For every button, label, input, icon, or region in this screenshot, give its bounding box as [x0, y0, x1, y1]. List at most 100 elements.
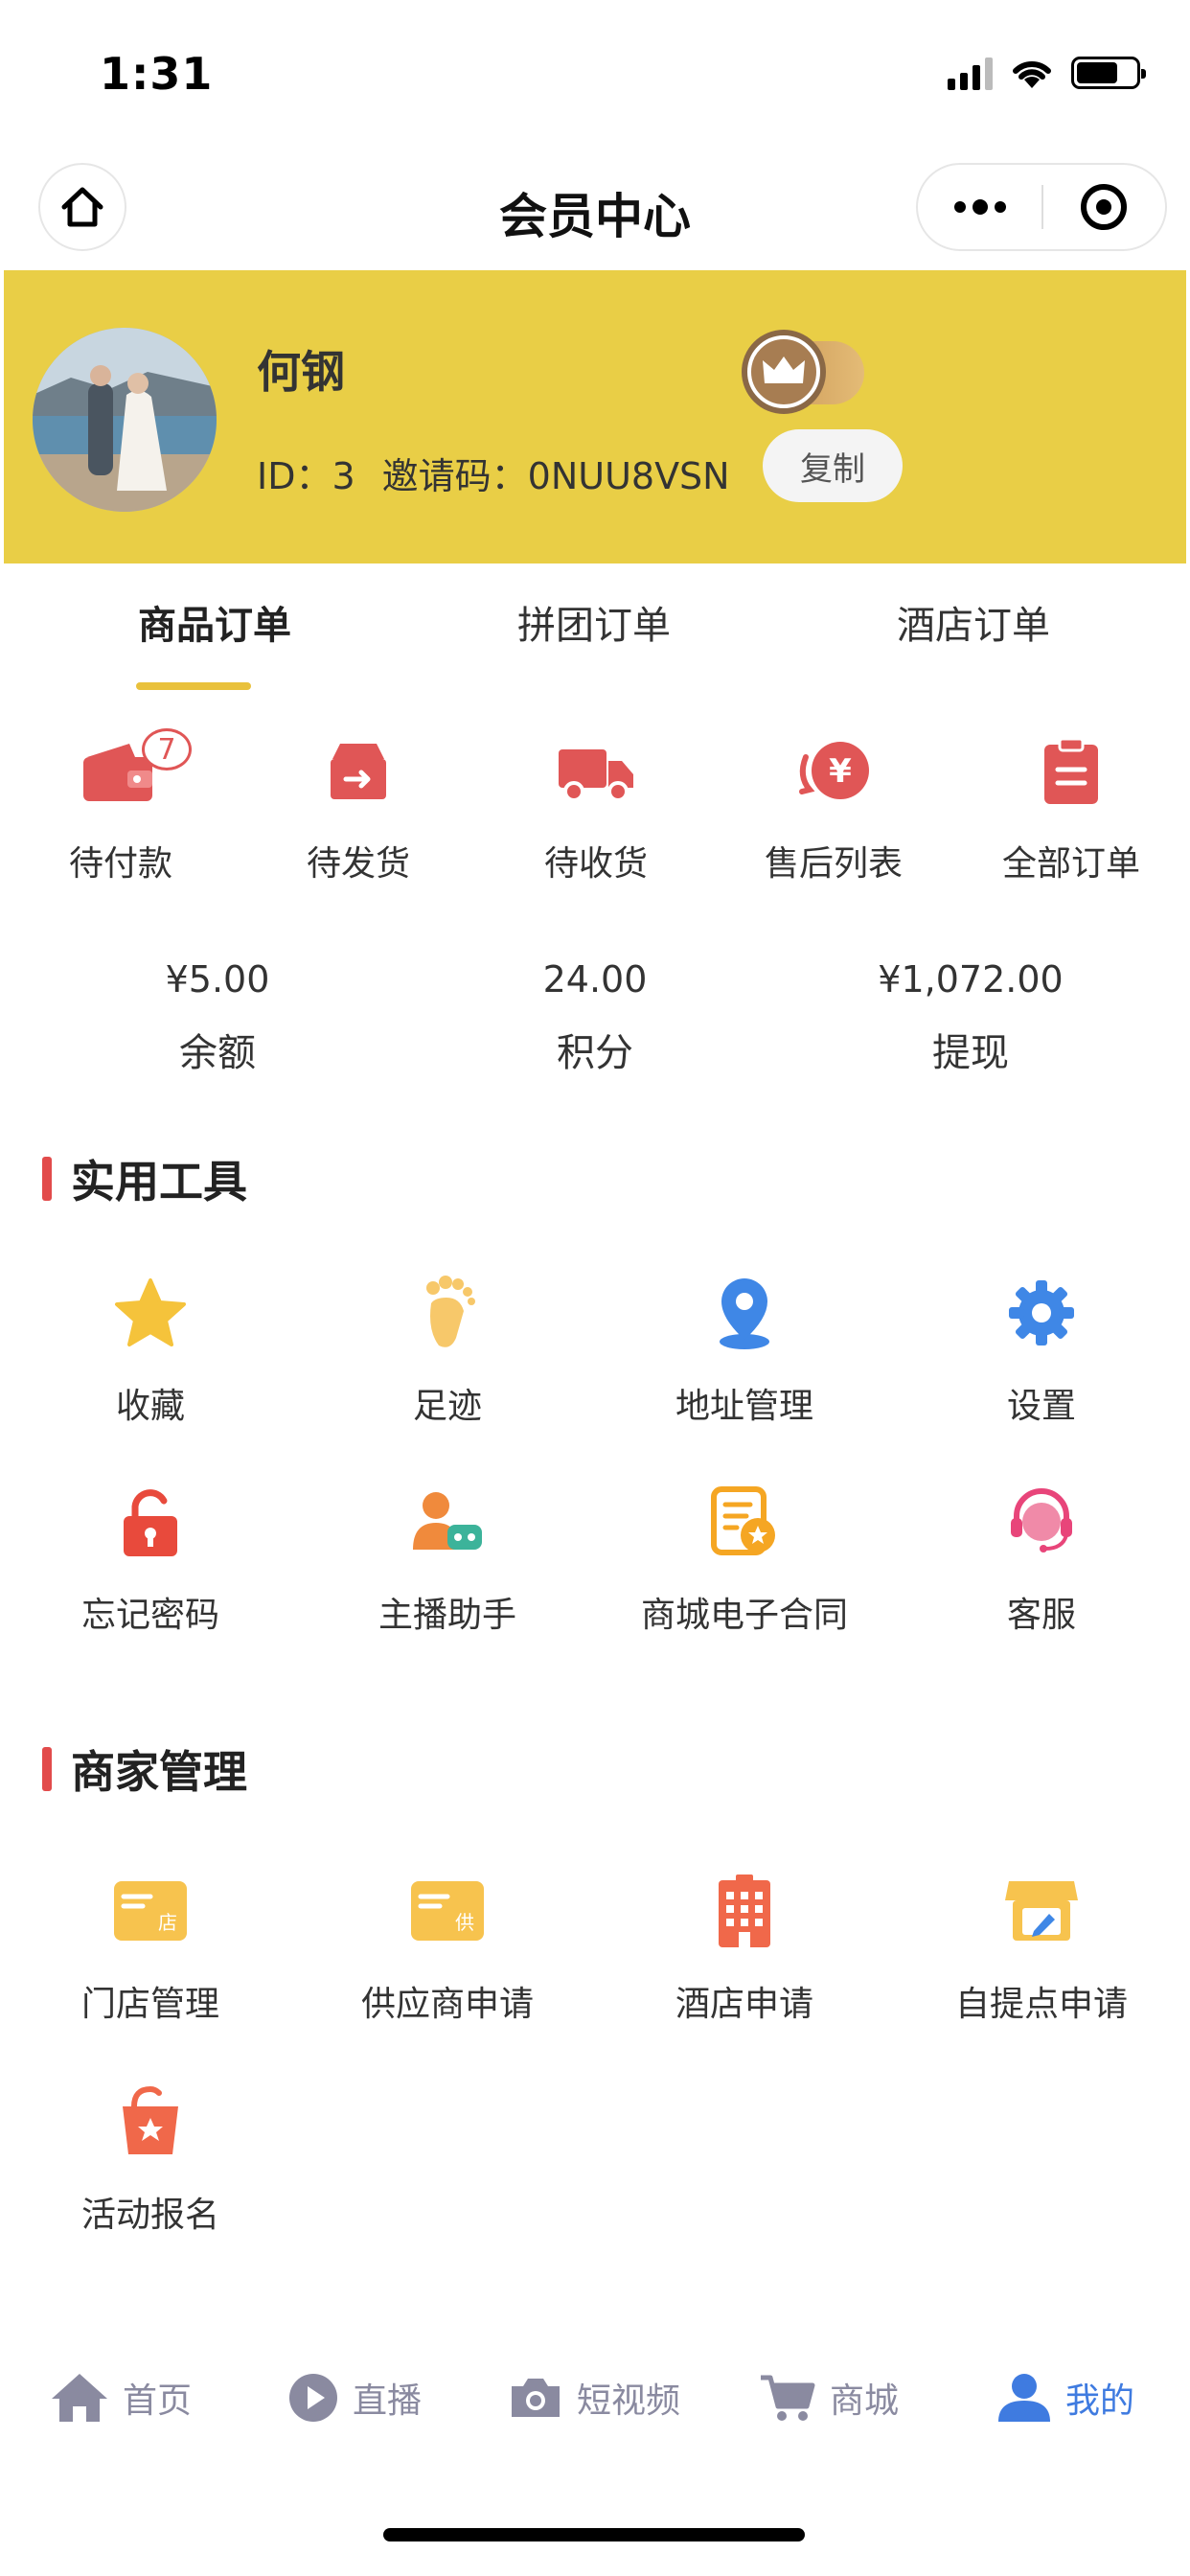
- merchant-activity-registration[interactable]: 活动报名: [2, 2074, 299, 2237]
- tabbar-live[interactable]: 直播: [287, 2350, 422, 2446]
- merchant-hotel-application[interactable]: 酒店申请: [596, 1863, 893, 2026]
- tab-hotel-orders[interactable]: 酒店订单: [830, 594, 1117, 650]
- gear-icon: [1009, 1280, 1074, 1346]
- tool-footprints[interactable]: 足迹: [299, 1265, 596, 1428]
- nav-bar: 会员中心: [0, 144, 1190, 268]
- user-meta: ID：3 邀请码：0NUU8VSN: [257, 447, 730, 499]
- tabbar-label: 短视频: [577, 2381, 681, 2421]
- profile-header: 何钢 ID：3 邀请码：0NUU8VSN 复制: [4, 270, 1186, 564]
- tool-label: 商城电子合同: [640, 1596, 848, 1635]
- mini-program-capsule: [916, 163, 1167, 251]
- order-status-to-ship[interactable]: 待发货: [240, 728, 477, 886]
- tool-mall-e-contract[interactable]: 商城电子合同: [596, 1474, 893, 1637]
- merchant-pickup-point-application[interactable]: 自提点申请: [893, 1863, 1190, 2026]
- tool-label: 主播助手: [378, 1596, 516, 1635]
- active-tab-indicator: [136, 682, 251, 690]
- section-accent-bar: [42, 1157, 52, 1201]
- bottom-tab-bar: 首页 直播 短视频 商城 我的: [0, 2350, 1190, 2446]
- tool-label: 收藏: [115, 1387, 185, 1426]
- section-accent-bar: [42, 1747, 52, 1791]
- merchant-label: 酒店申请: [675, 1985, 813, 2024]
- target-icon: [1081, 184, 1128, 230]
- footprint-icon: [426, 1276, 475, 1347]
- tabbar-mall[interactable]: 商城: [759, 2350, 899, 2446]
- stat-points[interactable]: 24.00 积分: [397, 958, 793, 1077]
- truck-icon: [559, 749, 633, 802]
- tool-label: 足迹: [412, 1387, 482, 1426]
- order-status-after-sales[interactable]: ¥ 售后列表: [715, 728, 952, 886]
- tool-address-management[interactable]: 地址管理: [596, 1265, 893, 1428]
- svg-text:供: 供: [455, 1911, 474, 1934]
- more-menu-button[interactable]: [918, 199, 1041, 215]
- headset-icon: [1011, 1488, 1072, 1552]
- tabbar-label: 直播: [353, 2381, 423, 2421]
- order-status-label: 待收货: [543, 844, 648, 884]
- cart-icon: [761, 2375, 815, 2421]
- contract-icon: [711, 1486, 775, 1555]
- user-icon: [998, 2374, 1050, 2422]
- order-status-label: 待发货: [306, 844, 410, 884]
- tabbar-label: 商城: [830, 2381, 900, 2421]
- avatar[interactable]: [33, 328, 217, 512]
- section-title-text: 实用工具: [71, 1156, 247, 1208]
- status-icons: [948, 56, 1146, 90]
- stat-withdraw[interactable]: ¥1,072.00 提现: [772, 958, 1169, 1077]
- svg-text:店: 店: [158, 1911, 177, 1934]
- tool-label: 设置: [1006, 1387, 1076, 1426]
- tabbar-label: 首页: [123, 2381, 193, 2421]
- streamer-assistant-icon: [413, 1492, 482, 1550]
- status-bar: 1:31: [0, 0, 1190, 144]
- account-stats: ¥5.00 余额 24.00 积分 ¥1,072.00 提现: [0, 958, 1190, 1092]
- stat-label: 提现: [932, 1031, 1009, 1075]
- tabbar-short-video[interactable]: 短视频: [508, 2350, 680, 2446]
- stat-value: ¥5.00: [165, 958, 270, 1000]
- order-tabs: 商品订单 拼团订单 酒店订单: [0, 594, 1190, 690]
- stat-label: 余额: [179, 1031, 256, 1075]
- merchant-label: 门店管理: [80, 1985, 219, 2024]
- member-level-badge: [738, 326, 866, 418]
- order-status-label: 待付款: [68, 844, 172, 884]
- star-icon: [115, 1278, 186, 1346]
- tabbar-label: 我的: [1065, 2381, 1135, 2421]
- section-title-text: 商家管理: [71, 1746, 247, 1798]
- tabbar-mine[interactable]: 我的: [996, 2350, 1134, 2446]
- status-time: 1:31: [100, 48, 214, 100]
- stat-value: 24.00: [542, 958, 648, 1000]
- hotel-icon: [719, 1874, 770, 1947]
- home-indicator: [383, 2528, 805, 2542]
- order-status-label: 全部订单: [1001, 844, 1140, 884]
- order-status-to-receive[interactable]: 待收货: [477, 728, 715, 886]
- order-status-pending-payment[interactable]: 7 待付款: [2, 728, 240, 886]
- stat-balance[interactable]: ¥5.00 余额: [19, 958, 416, 1077]
- section-title-tools: 实用工具: [42, 1150, 247, 1208]
- tool-favorites[interactable]: 收藏: [2, 1265, 299, 1428]
- pickup-store-icon: [1005, 1881, 1078, 1941]
- close-mini-program-button[interactable]: [1043, 184, 1165, 230]
- merchant-label: 供应商申请: [360, 1985, 534, 2024]
- tool-streamer-assistant[interactable]: 主播助手: [299, 1474, 596, 1637]
- user-name: 何钢: [257, 346, 345, 398]
- wifi-icon: [1013, 60, 1051, 88]
- battery-icon: [1071, 57, 1146, 89]
- tab-group-orders[interactable]: 拼团订单: [450, 594, 738, 650]
- tool-customer-service[interactable]: 客服: [893, 1474, 1190, 1637]
- section-title-merchant: 商家管理: [42, 1740, 247, 1798]
- home-icon: [52, 2374, 107, 2422]
- order-status-all-orders[interactable]: 全部订单: [952, 728, 1190, 886]
- activity-bag-icon: [123, 2085, 178, 2154]
- copy-invite-code-button[interactable]: 复制: [763, 429, 903, 502]
- merchant-label: 活动报名: [80, 2196, 219, 2235]
- clipboard-icon: [1044, 737, 1098, 804]
- merchant-store-management[interactable]: 店 门店管理: [2, 1863, 299, 2026]
- merchant-supplier-application[interactable]: 供 供应商申请: [299, 1863, 596, 2026]
- invite-code: 邀请码：0NUU8VSN: [381, 455, 730, 497]
- tabbar-home[interactable]: 首页: [50, 2350, 192, 2446]
- store-card-icon: 店: [114, 1881, 187, 1941]
- tool-settings[interactable]: 设置: [893, 1265, 1190, 1428]
- location-pin-icon: [720, 1278, 769, 1349]
- merchant-label: 自提点申请: [954, 1985, 1128, 2024]
- unlock-icon: [124, 1489, 177, 1556]
- tab-goods-orders[interactable]: 商品订单: [71, 594, 358, 650]
- box-icon: [331, 744, 386, 799]
- tool-forgot-password[interactable]: 忘记密码: [2, 1474, 299, 1637]
